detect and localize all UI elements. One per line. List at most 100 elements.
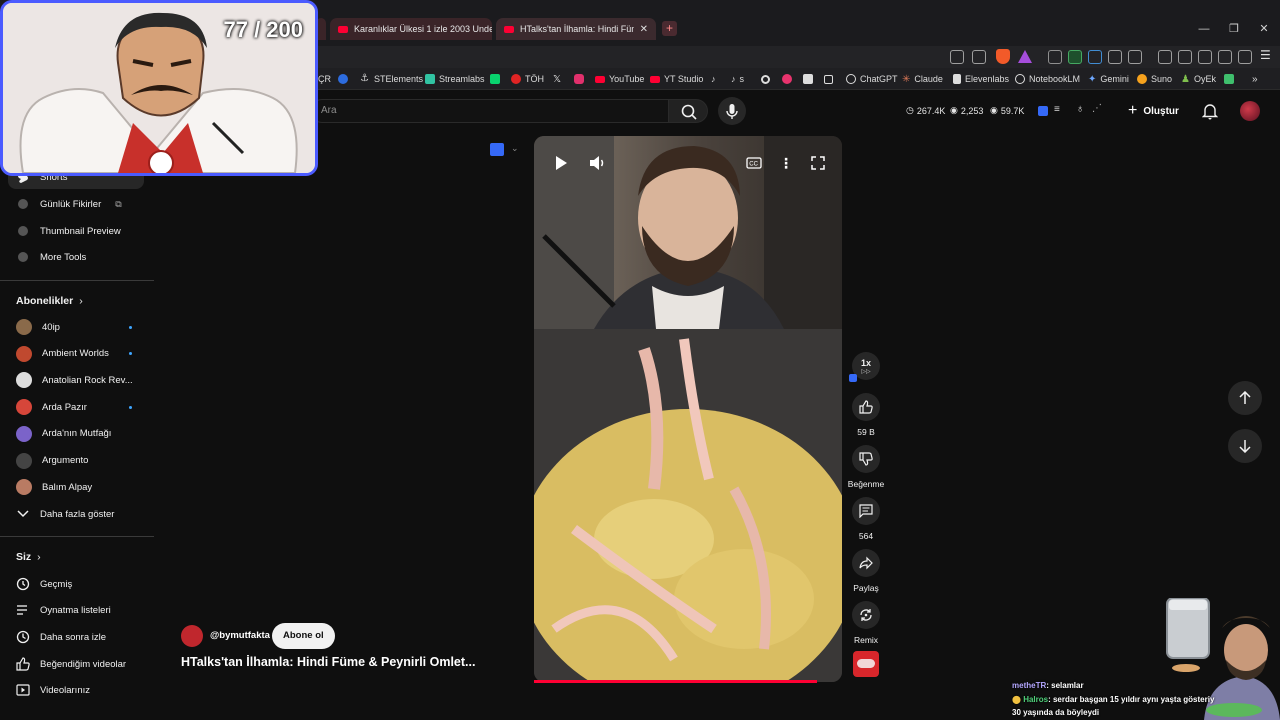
captions-button[interactable]: CC: [743, 152, 765, 174]
video-title[interactable]: HTalks'tan İlhamla: Hindi Füme & Peynirl…: [181, 655, 475, 669]
bookmark-amazon[interactable]: [803, 72, 813, 86]
bookmark-x[interactable]: 𝕏: [553, 72, 561, 86]
bookmark-notebooklm[interactable]: NotebookLM: [1015, 72, 1080, 86]
bookmark-stelements[interactable]: ⚓ STElements: [360, 72, 423, 86]
create-button[interactable]: + Oluştur: [1128, 99, 1179, 123]
dislike-button[interactable]: [852, 445, 880, 473]
close-window-icon[interactable]: ✕: [1254, 20, 1274, 38]
close-tab-icon[interactable]: ✕: [640, 24, 648, 35]
sidebar-subscription-item[interactable]: 40ip: [8, 315, 144, 339]
more-options-button[interactable]: ⋮: [775, 152, 797, 174]
bookmark-grid[interactable]: [824, 72, 833, 86]
translate-extension-icon[interactable]: [1088, 50, 1102, 64]
search-input[interactable]: Ara: [310, 99, 668, 123]
extension-icon[interactable]: [1048, 50, 1062, 64]
bookmark-toh[interactable]: TÖH: [511, 72, 544, 86]
bookmark-instagram[interactable]: [574, 72, 584, 86]
sidebar-subscription-item[interactable]: Anatolian Rock Rev...: [8, 368, 144, 392]
puzzle-extension-icon[interactable]: [1108, 50, 1122, 64]
new-tab-button[interactable]: +: [662, 21, 677, 36]
bookmark-kick[interactable]: [490, 72, 500, 86]
sidebar-item-your-videos[interactable]: Videolarınız: [8, 678, 144, 702]
bookmark-cr[interactable]: ÇR: [318, 72, 331, 86]
bookmark-gemini[interactable]: ✦ Gemini: [1088, 72, 1129, 86]
bookmark-chatgpt[interactable]: ChatGPT: [846, 72, 898, 86]
media-icon[interactable]: [1158, 50, 1172, 64]
volume-button[interactable]: [587, 152, 609, 174]
bookmark-tiktok-studio[interactable]: ♪ s: [731, 72, 744, 86]
brave-shield-icon[interactable]: [996, 49, 1010, 64]
bookmark-green[interactable]: [1224, 72, 1234, 86]
remix-button[interactable]: [852, 601, 880, 629]
you-heading[interactable]: Siz ›: [16, 551, 41, 563]
bookmark-oyek[interactable]: ♟ OyEk: [1181, 72, 1216, 86]
browser-menu-icon[interactable]: ☰: [1260, 48, 1271, 62]
chevron-down-icon[interactable]: ⌄: [511, 143, 519, 154]
bookmarks-overflow-icon[interactable]: »: [1252, 72, 1258, 86]
vidiq-extension-icon[interactable]: [1068, 50, 1082, 64]
more-stats-icon[interactable]: ⋰: [1092, 103, 1102, 114]
threads-icon: [761, 74, 770, 84]
fullscreen-button[interactable]: [807, 152, 829, 174]
bookmark-pink[interactable]: [782, 72, 792, 86]
chat-username: Halros: [1023, 695, 1049, 704]
sidebar-subscription-item[interactable]: Balım Alpay: [8, 475, 144, 499]
minimize-icon[interactable]: —: [1194, 20, 1214, 38]
bookmark-youtube[interactable]: YouTube: [595, 72, 644, 86]
next-short-button[interactable]: [1228, 429, 1262, 463]
channel-handle[interactable]: @bymutfakta: [210, 630, 270, 641]
channel-avatar[interactable]: [181, 625, 203, 647]
brave-rewards-icon[interactable]: [1018, 50, 1032, 63]
play-button[interactable]: [550, 152, 572, 174]
account-avatar[interactable]: [1240, 101, 1260, 121]
edit-icon[interactable]: [950, 50, 964, 64]
notifications-button[interactable]: [1202, 102, 1218, 120]
list-icon[interactable]: ≡: [1054, 104, 1060, 115]
sidebar-item-playlists[interactable]: Oynatma listeleri: [8, 598, 144, 622]
leo-ai-icon[interactable]: [1218, 50, 1232, 64]
share-icon[interactable]: [972, 50, 986, 64]
sidebar-item-watch-later[interactable]: Daha sonra izle: [8, 625, 144, 649]
share-button[interactable]: [852, 549, 880, 577]
bookmark-r[interactable]: [338, 72, 348, 86]
bookmark-tiktok[interactable]: ♪: [711, 72, 716, 86]
sidebar-subscription-item[interactable]: Arda Pazır: [8, 395, 144, 419]
vidiq-logo-icon[interactable]: [1038, 106, 1048, 116]
sidebar-subscription-item[interactable]: Ambient Worlds: [8, 342, 144, 366]
shorts-video-player[interactable]: CC ⋮: [534, 136, 842, 682]
bookmark-elevenlabs[interactable]: Elevenlabs: [953, 72, 1009, 86]
sidebar-item-gunluk-fikirler[interactable]: Günlük Fikirler ⧉: [8, 192, 144, 216]
subscriptions-heading[interactable]: Abonelikler ›: [16, 295, 83, 307]
screenshot-extension-icon[interactable]: [1128, 50, 1142, 64]
sidebar-item-thumbnail-preview[interactable]: Thumbnail Preview: [8, 219, 144, 243]
previous-short-button[interactable]: [1228, 381, 1262, 415]
search-button[interactable]: [668, 99, 708, 123]
vpn-icon[interactable]: [1238, 50, 1252, 64]
wallet-icon[interactable]: [1198, 50, 1212, 64]
sidebar-item-history[interactable]: Geçmiş: [8, 572, 144, 596]
sidebar-item-more-tools[interactable]: More Tools: [8, 245, 144, 269]
bookmark-threads[interactable]: [761, 72, 770, 86]
sidebar-toggle-icon[interactable]: [1178, 50, 1192, 64]
bookmark-streamlabs[interactable]: Streamlabs: [425, 72, 485, 86]
progress-counter: 77 / 200: [223, 17, 303, 42]
show-more-button[interactable]: Daha fazla göster: [8, 502, 144, 526]
video-progress-bar[interactable]: [534, 680, 817, 683]
subscribe-button[interactable]: Abone ol: [272, 623, 335, 649]
maximize-icon[interactable]: ❐: [1224, 20, 1244, 38]
award-icon[interactable]: ♁: [1076, 103, 1084, 115]
bookmark-yt-studio[interactable]: YT Studio: [650, 72, 703, 86]
sidebar-item-liked-videos[interactable]: Beğendiğim videolar: [8, 652, 144, 676]
sidebar-subscription-item[interactable]: Arda'nın Mutfağı: [8, 422, 144, 446]
sound-thumbnail[interactable]: [853, 651, 879, 677]
browser-tab-1[interactable]: Karanlıklar Ülkesi 1 izle 2003 Underw: [330, 18, 492, 40]
vidiq-badge-icon[interactable]: [490, 143, 504, 156]
bookmark-claude[interactable]: ✳ Claude: [902, 72, 943, 86]
browser-tab-2-active[interactable]: HTalks'tan İlhamla: Hindi Füme & ✕: [496, 18, 656, 40]
sidebar-subscription-item[interactable]: Argumento: [8, 449, 144, 473]
amazon-icon: [803, 74, 813, 84]
comments-button[interactable]: [852, 497, 880, 525]
like-button[interactable]: [852, 393, 880, 421]
voice-search-button[interactable]: [718, 97, 746, 125]
bookmark-suno[interactable]: Suno: [1137, 72, 1172, 86]
